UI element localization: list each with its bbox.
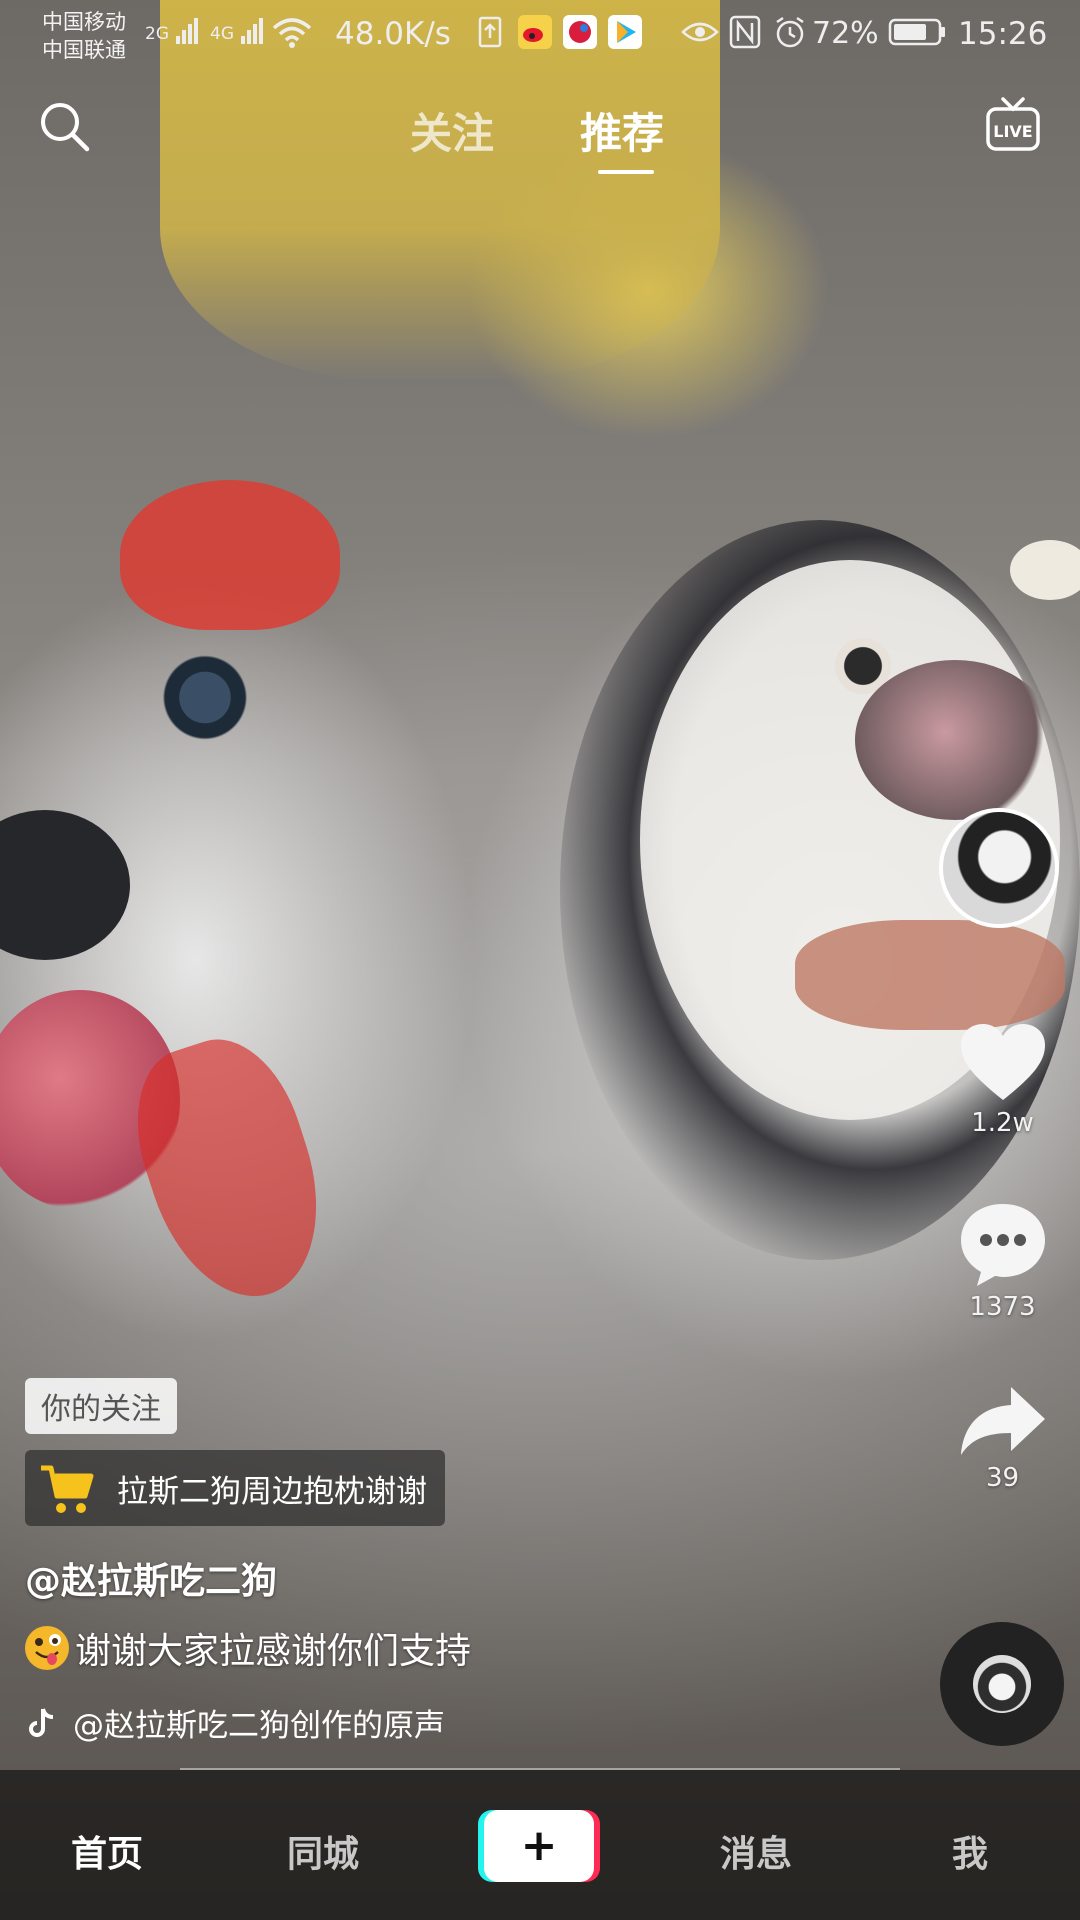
upload-icon [477, 14, 503, 50]
pillow-left-eye [150, 650, 260, 745]
product-card[interactable]: 拉斯二狗周边抱枕谢谢 [25, 1450, 445, 1526]
status-clock: 15:26 [958, 16, 1048, 52]
following-tag: 你的关注 [25, 1378, 177, 1434]
sim1-signal: 2G [145, 18, 200, 44]
pillow-right-brow [1010, 540, 1080, 600]
live-label: LIVE [993, 122, 1032, 141]
creator-avatar[interactable] [939, 808, 1059, 928]
carrier-names: 中国移动 中国联通 [42, 8, 126, 64]
shopping-cart-icon [41, 1465, 94, 1513]
tab-follow[interactable]: 关注 [410, 100, 494, 161]
sim2-network-type: 4G [210, 24, 234, 44]
alarm-icon [772, 14, 808, 50]
nav-home[interactable]: 首页 [71, 1825, 143, 1877]
network-speed: 48.0K/s [335, 16, 451, 52]
nfc-icon [728, 14, 762, 50]
music-credit[interactable]: @赵拉斯吃二狗创作的原声 [25, 1700, 445, 1745]
share-button[interactable]: 39 [950, 1383, 1055, 1493]
video-caption: 谢谢大家拉感谢你们支持 [25, 1622, 471, 1674]
notification-app-icon [562, 14, 598, 50]
creator-username[interactable]: @赵拉斯吃二狗 [25, 1552, 277, 1604]
share-count: 39 [985, 1463, 1020, 1493]
tiktok-note-icon [29, 1707, 54, 1737]
comment-icon [960, 1204, 1045, 1286]
battery-icon [887, 14, 947, 50]
caption-text: 谢谢大家拉感谢你们支持 [75, 1631, 472, 1672]
signal-bars-icon [176, 18, 200, 44]
comment-button[interactable]: 1373 [950, 1200, 1055, 1322]
nav-profile[interactable]: 我 [952, 1825, 988, 1877]
wifi-icon [270, 14, 314, 50]
music-title: @赵拉斯吃二狗创作的原声 [73, 1708, 445, 1744]
like-button[interactable]: 1.2w [950, 1020, 1055, 1138]
product-label: 拉斯二狗周边抱枕谢谢 [117, 1473, 427, 1510]
status-bar: 中国移动 中国联通 2G 4G 48.0K/s 72% 15:26 [0, 0, 1080, 74]
battery-percent: 72% [812, 16, 879, 51]
active-tab-indicator [598, 170, 654, 174]
video-app-icon [607, 14, 643, 50]
signal-bars-icon [241, 18, 265, 44]
carrier-2: 中国联通 [42, 38, 126, 62]
plus-icon: + [520, 1820, 558, 1871]
carrier-1: 中国移动 [42, 10, 126, 34]
live-icon[interactable]: LIVE [985, 95, 1041, 155]
create-video-button[interactable]: + [484, 1810, 594, 1882]
nav-nearby[interactable]: 同城 [287, 1825, 359, 1877]
sim2-signal: 4G [210, 18, 265, 44]
weibo-icon [517, 14, 553, 50]
music-cover [973, 1655, 1031, 1713]
like-count: 1.2w [971, 1108, 1034, 1138]
pillow-right-nose [855, 660, 1055, 820]
pillow-left-decoration [120, 480, 340, 630]
nav-messages[interactable]: 消息 [720, 1825, 792, 1877]
heart-icon [960, 1024, 1045, 1100]
pillow-right-bowtie [795, 920, 1065, 1030]
tongue-emoji-icon [25, 1626, 69, 1670]
eye-icon [680, 14, 720, 50]
music-disc-button[interactable] [940, 1622, 1064, 1746]
share-icon [960, 1387, 1045, 1455]
sim1-network-type: 2G [145, 24, 169, 44]
video-feed-screen[interactable]: 中国移动 中国联通 2G 4G 48.0K/s 72% 15:26 关注 推荐 … [0, 0, 1080, 1920]
nav-divider [180, 1768, 900, 1770]
tab-recommend[interactable]: 推荐 [580, 100, 664, 161]
comment-count: 1373 [969, 1292, 1036, 1322]
search-icon[interactable] [38, 100, 92, 154]
